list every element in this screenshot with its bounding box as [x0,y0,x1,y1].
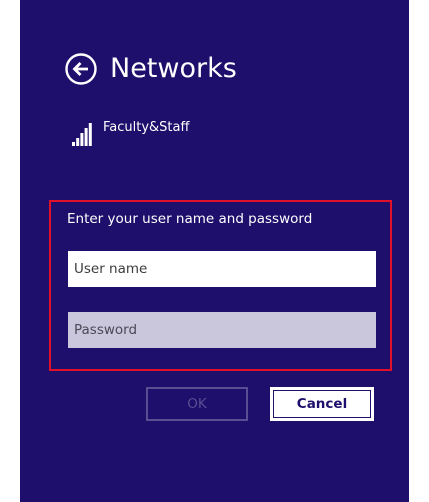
wifi-signal-icon [72,123,92,146]
network-item[interactable]: Faculty&Staff [72,118,272,148]
back-arrow-icon[interactable] [64,52,98,86]
network-name: Faculty&Staff [103,120,190,135]
credentials-prompt: Enter your user name and password [67,211,313,227]
page-title: Networks [110,53,237,84]
username-input[interactable] [68,251,376,287]
cancel-button[interactable]: Cancel [270,387,374,421]
network-settings-panel: Networks Faculty&Staff Enter your user n… [20,0,409,502]
ok-button[interactable]: OK [146,387,248,421]
password-input[interactable] [68,312,376,348]
credentials-box: Enter your user name and password [49,200,392,371]
